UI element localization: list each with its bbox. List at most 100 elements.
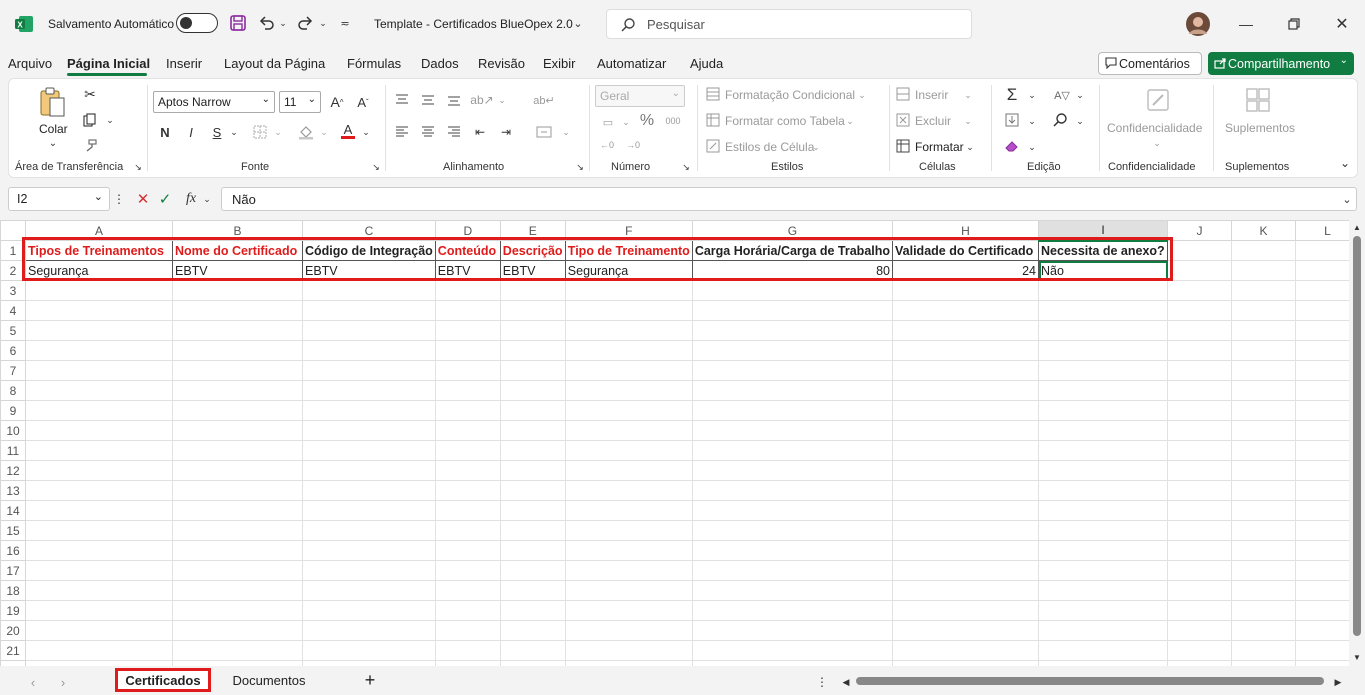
cell-a14[interactable]: [25, 500, 173, 521]
cell-j21[interactable]: [1167, 640, 1233, 661]
cell-d8[interactable]: [434, 380, 501, 401]
cell-c18[interactable]: [302, 580, 436, 601]
cell-f11[interactable]: [564, 440, 693, 461]
cell-i6[interactable]: [1038, 340, 1169, 361]
cell-h11[interactable]: [892, 440, 1040, 461]
cell-g6[interactable]: [691, 340, 894, 361]
underline-dropdown-icon[interactable]: ⌄: [229, 125, 239, 139]
cell-i17[interactable]: [1038, 560, 1169, 581]
cell-h15[interactable]: [892, 520, 1040, 541]
search-box[interactable]: Pesquisar: [606, 9, 972, 39]
cell-k19[interactable]: [1231, 600, 1297, 621]
cell-c20[interactable]: [302, 620, 436, 641]
scroll-left-icon[interactable]: ◀: [840, 674, 852, 690]
align-center-icon[interactable]: [419, 123, 437, 141]
cell-c14[interactable]: [302, 500, 436, 521]
cell-k17[interactable]: [1231, 560, 1297, 581]
cell-d7[interactable]: [434, 360, 501, 381]
cell-b19[interactable]: [172, 600, 303, 621]
vertical-scroll-thumb[interactable]: [1353, 236, 1361, 636]
tab-layout[interactable]: Layout da Página: [224, 56, 325, 71]
cell-h14[interactable]: [892, 500, 1040, 521]
cell-f20[interactable]: [564, 620, 693, 641]
cell-b5[interactable]: [172, 320, 303, 341]
cell-k10[interactable]: [1231, 420, 1297, 441]
title-dropdown-icon[interactable]: ⌄: [572, 14, 584, 32]
column-header-e[interactable]: E: [499, 220, 566, 241]
cell-h17[interactable]: [892, 560, 1040, 581]
add-sheet-button[interactable]: +: [358, 668, 382, 692]
cell-b13[interactable]: [172, 480, 303, 501]
cell-c8[interactable]: [302, 380, 436, 401]
cell-h6[interactable]: [892, 340, 1040, 361]
cell-a9[interactable]: [25, 400, 173, 421]
cell-a3[interactable]: [25, 280, 173, 301]
cell-f1[interactable]: Tipo de Treinamento: [564, 240, 693, 261]
row-header-8[interactable]: 8: [0, 380, 26, 401]
cell-f21[interactable]: [564, 640, 693, 661]
column-header-h[interactable]: H: [892, 220, 1040, 241]
thousands-separator-icon[interactable]: 000: [663, 113, 683, 129]
cell-b12[interactable]: [172, 460, 303, 481]
expand-formula-bar-icon[interactable]: ⌄: [1340, 190, 1354, 208]
paste-dropdown-icon[interactable]: ⌄: [47, 137, 59, 149]
column-header-f[interactable]: F: [564, 220, 693, 241]
row-header-1[interactable]: 1: [0, 240, 26, 261]
cell-j20[interactable]: [1167, 620, 1233, 641]
wrap-text-icon[interactable]: ab↵: [533, 91, 554, 109]
cell-c21[interactable]: [302, 640, 436, 661]
cell-b1[interactable]: Nome do Certificado: [172, 240, 303, 261]
fill-icon[interactable]: [1003, 111, 1021, 129]
cell-b18[interactable]: [172, 580, 303, 601]
cell-f15[interactable]: [564, 520, 693, 541]
cell-c3[interactable]: [302, 280, 436, 301]
cell-k14[interactable]: [1231, 500, 1297, 521]
cell-g21[interactable]: [691, 640, 894, 661]
column-header-a[interactable]: A: [25, 220, 173, 241]
cell-e4[interactable]: [499, 300, 566, 321]
cell-g14[interactable]: [691, 500, 894, 521]
cell-e5[interactable]: [499, 320, 566, 341]
row-header-9[interactable]: 9: [0, 400, 26, 421]
row-header-3[interactable]: 3: [0, 280, 26, 301]
cell-d17[interactable]: [434, 560, 501, 581]
font-launcher-icon[interactable]: ↘: [371, 162, 381, 172]
cell-j11[interactable]: [1167, 440, 1233, 461]
autosave-toggle[interactable]: [176, 13, 218, 33]
cell-styles-dropdown-icon[interactable]: ⌄: [811, 140, 821, 154]
row-header-5[interactable]: 5: [0, 320, 26, 341]
save-icon[interactable]: [228, 13, 248, 33]
cell-g17[interactable]: [691, 560, 894, 581]
find-select-icon[interactable]: [1051, 111, 1069, 129]
cell-h18[interactable]: [892, 580, 1040, 601]
cell-f9[interactable]: [564, 400, 693, 421]
cell-f2[interactable]: Segurança: [564, 260, 693, 281]
sensitivity-button[interactable]: Confidencialidade: [1107, 121, 1202, 135]
tab-automatizar[interactable]: Automatizar: [597, 56, 666, 71]
cell-b6[interactable]: [172, 340, 303, 361]
bold-button[interactable]: N: [157, 123, 173, 141]
cell-e7[interactable]: [499, 360, 566, 381]
cell-c11[interactable]: [302, 440, 436, 461]
cell-a15[interactable]: [25, 520, 173, 541]
cell-c19[interactable]: [302, 600, 436, 621]
cell-e11[interactable]: [499, 440, 566, 461]
cell-e14[interactable]: [499, 500, 566, 521]
cell-d9[interactable]: [434, 400, 501, 421]
tab-dados[interactable]: Dados: [421, 56, 459, 71]
scroll-down-icon[interactable]: ▼: [1352, 652, 1362, 662]
cell-g3[interactable]: [691, 280, 894, 301]
row-header-17[interactable]: 17: [0, 560, 26, 581]
cell-a11[interactable]: [25, 440, 173, 461]
select-all-corner[interactable]: [0, 220, 26, 241]
find-select-dropdown-icon[interactable]: ⌄: [1075, 114, 1085, 128]
cell-i20[interactable]: [1038, 620, 1169, 641]
paste-icon[interactable]: [37, 85, 69, 119]
restore-icon[interactable]: [1284, 14, 1304, 34]
cell-j8[interactable]: [1167, 380, 1233, 401]
more-options-icon[interactable]: ⋮: [113, 190, 125, 208]
conditional-format-button[interactable]: Formatação Condicional: [725, 88, 855, 102]
horizontal-scroll-thumb[interactable]: [856, 677, 1324, 685]
cell-c2[interactable]: EBTV: [302, 260, 436, 281]
cell-i14[interactable]: [1038, 500, 1169, 521]
